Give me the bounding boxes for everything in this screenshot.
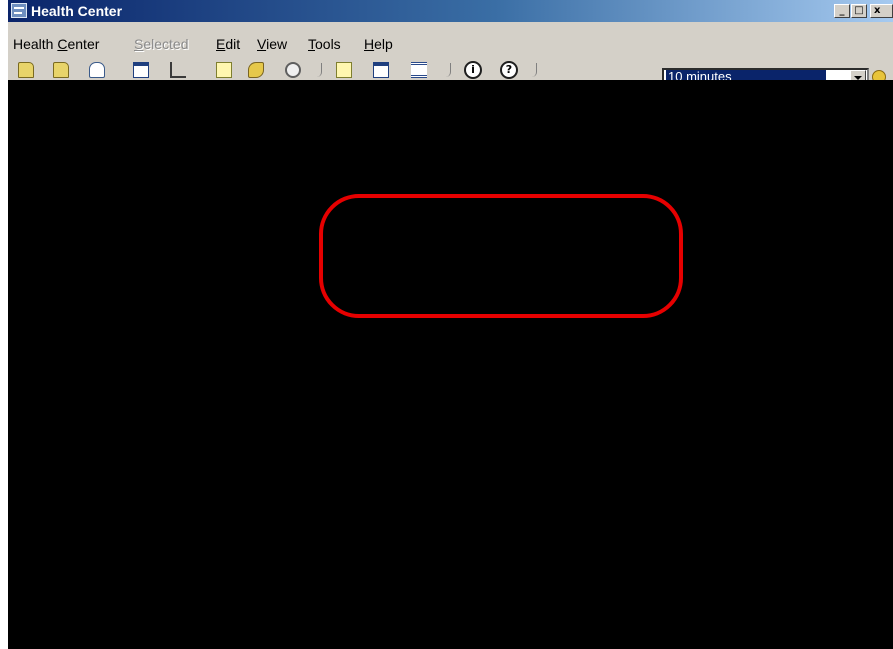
help-icon[interactable]: ?: [500, 61, 518, 79]
menu-bar: Health Center Selected Edit View Tools H…: [8, 33, 893, 55]
close-button[interactable]: x: [870, 4, 893, 18]
menu-tools[interactable]: Tools: [308, 33, 341, 55]
people-icon[interactable]: [89, 62, 105, 78]
refresh-folder-icon[interactable]: [53, 62, 69, 78]
toolbar-separator: [317, 63, 322, 77]
menu-edit[interactable]: Edit: [216, 33, 240, 55]
highlight-annotation: [319, 194, 683, 318]
alerts-icon[interactable]: [336, 62, 352, 78]
note-icon[interactable]: [216, 62, 232, 78]
title-bar[interactable]: Health Center _ □ x: [8, 0, 893, 22]
settings-icon[interactable]: [373, 62, 389, 78]
maximize-button[interactable]: □: [851, 4, 867, 18]
info-icon[interactable]: i: [464, 61, 482, 79]
list-icon[interactable]: [411, 62, 427, 78]
menu-help[interactable]: Help: [364, 33, 393, 55]
open-folder-icon[interactable]: [18, 62, 34, 78]
tools-icon[interactable]: [285, 62, 301, 78]
window-icon[interactable]: [133, 62, 149, 78]
minimize-button[interactable]: _: [834, 4, 850, 18]
health-center-window: Health Center _ □ x Health Center Select…: [8, 0, 893, 649]
key-icon[interactable]: [248, 62, 264, 78]
menu-view[interactable]: View: [257, 33, 287, 55]
menu-health-center[interactable]: Health Center: [13, 33, 99, 55]
content-area: [8, 80, 893, 649]
toolbar-separator: [532, 63, 537, 77]
health-center-icon: [11, 3, 27, 18]
window-title: Health Center: [31, 3, 123, 19]
tree-icon[interactable]: [170, 62, 186, 78]
toolbar-separator: [446, 63, 451, 77]
menu-selected: Selected: [134, 36, 189, 52]
